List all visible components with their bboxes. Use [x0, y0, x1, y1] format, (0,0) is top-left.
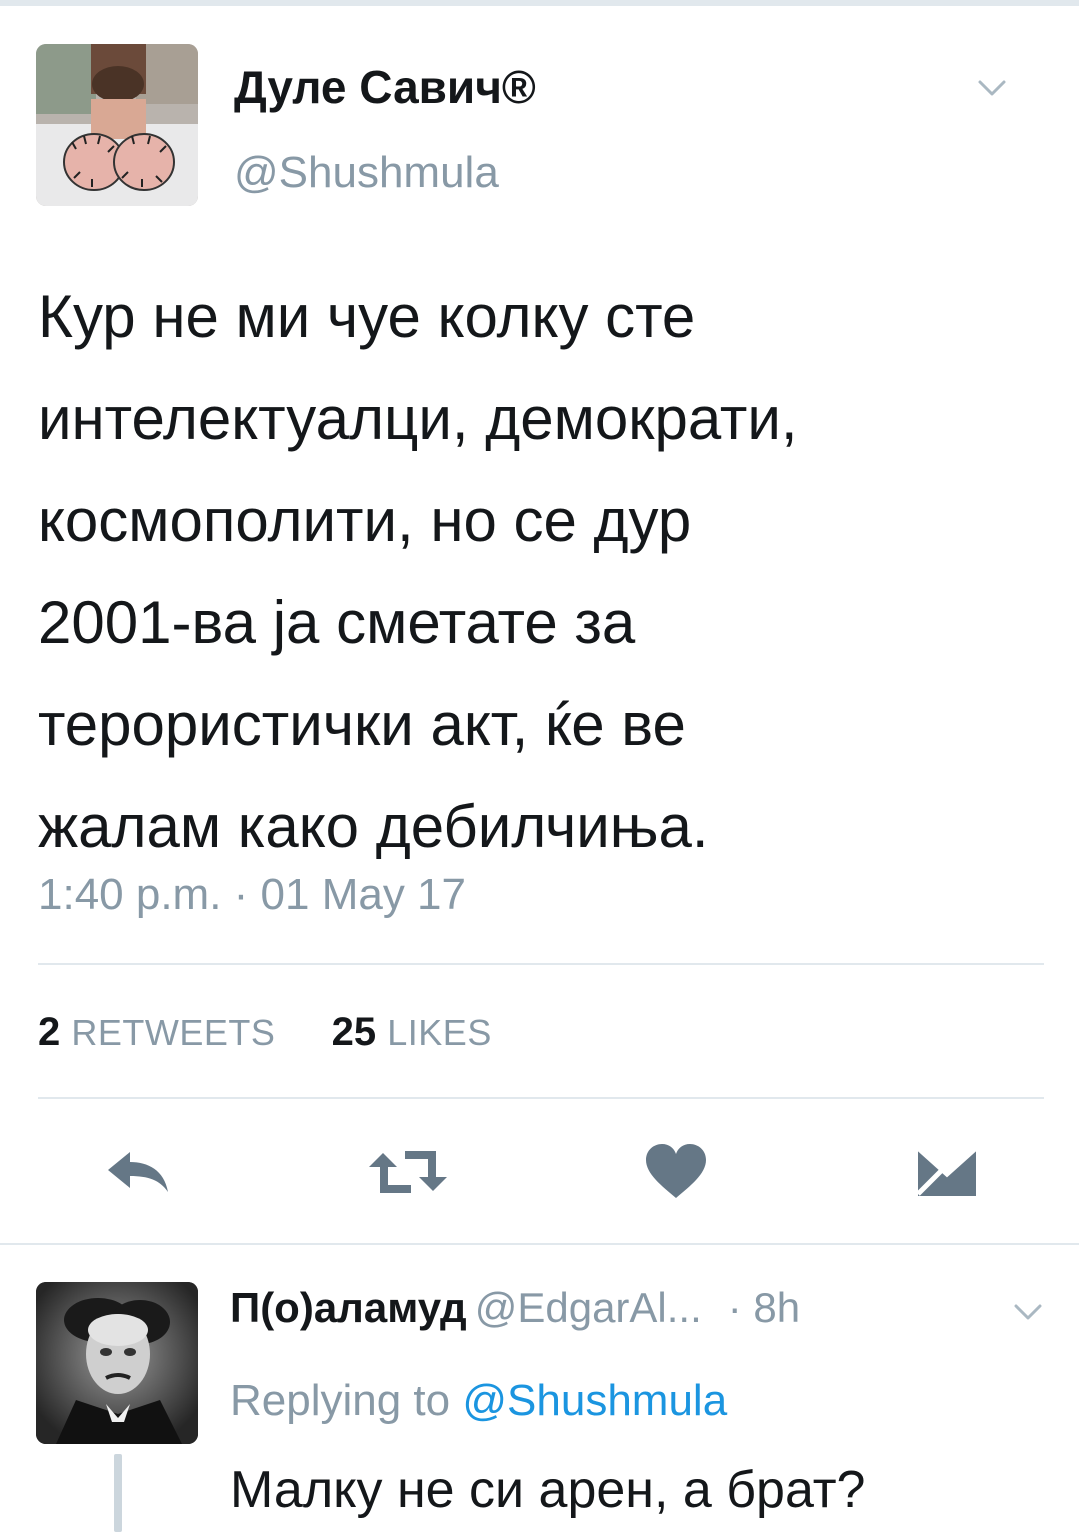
reply-author-name[interactable]: П(о)аламуд — [230, 1284, 467, 1331]
tweet-text-line: космополити, но се дур — [38, 487, 692, 554]
tweet-text-line: 2001-ва ја сметате за — [38, 589, 636, 656]
tweet-text-line: интелектуалци, демократи, — [38, 385, 798, 452]
retweet-button[interactable] — [360, 1142, 456, 1202]
thread-connector — [114, 1454, 122, 1532]
author-name[interactable]: Дуле Савич® — [234, 60, 536, 114]
replying-to: Replying to @Shushmula — [230, 1376, 727, 1426]
divider — [38, 1097, 1044, 1099]
tweet-text-line: терористички акт, ќе ве — [38, 691, 686, 758]
reply-author-avatar[interactable] — [36, 1282, 198, 1444]
direct-message-button[interactable] — [910, 1140, 984, 1204]
author-avatar[interactable] — [36, 44, 198, 206]
tweet-menu-chevron-icon[interactable] — [972, 74, 1012, 104]
tweet-stats: 2 RETWEETS 25 LIKES — [38, 1010, 492, 1055]
likes-count: 25 — [331, 1010, 377, 1054]
reply-icon — [108, 1152, 168, 1192]
reply-header: П(о)аламуд @EdgarAl... · 8h — [230, 1284, 800, 1332]
retweet-icon — [369, 1151, 447, 1193]
author-handle[interactable]: @Shushmula — [234, 148, 499, 198]
likes-label: LIKES — [387, 1012, 492, 1053]
retweets-label: RETWEETS — [71, 1012, 276, 1053]
reply-author-handle[interactable]: @EdgarAl... — [475, 1284, 702, 1331]
reply-button[interactable] — [98, 1142, 178, 1202]
replying-to-label: Replying to — [230, 1376, 451, 1425]
retweets-count: 2 — [38, 1010, 61, 1054]
tweet-text: Кур не ми чуе колку сте интелектуалци, д… — [38, 266, 1048, 878]
replying-to-mention[interactable]: @Shushmula — [462, 1376, 727, 1425]
divider — [38, 963, 1044, 965]
likes-stat[interactable]: 25 LIKES — [332, 1010, 492, 1054]
reply-text: Малку не си арен, а брат? — [230, 1461, 866, 1519]
tweet-text-line: Кур не ми чуе колку сте — [38, 283, 696, 350]
reply-avatar-image — [36, 1282, 198, 1444]
retweets-stat[interactable]: 2 RETWEETS — [38, 1010, 287, 1054]
top-border — [0, 0, 1079, 6]
reply-menu-chevron-icon[interactable] — [1008, 1298, 1048, 1328]
section-separator — [0, 1243, 1079, 1245]
tweet-timestamp[interactable]: 1:40 p.m. · 01 May 17 — [38, 870, 466, 920]
reply-time[interactable]: · 8h — [728, 1284, 800, 1331]
tweet-text-line: жалам како дебилчиња. — [38, 793, 709, 860]
heart-icon — [646, 1144, 706, 1198]
like-button[interactable] — [636, 1138, 716, 1204]
avatar-image — [36, 44, 198, 206]
envelope-icon — [916, 1146, 978, 1196]
